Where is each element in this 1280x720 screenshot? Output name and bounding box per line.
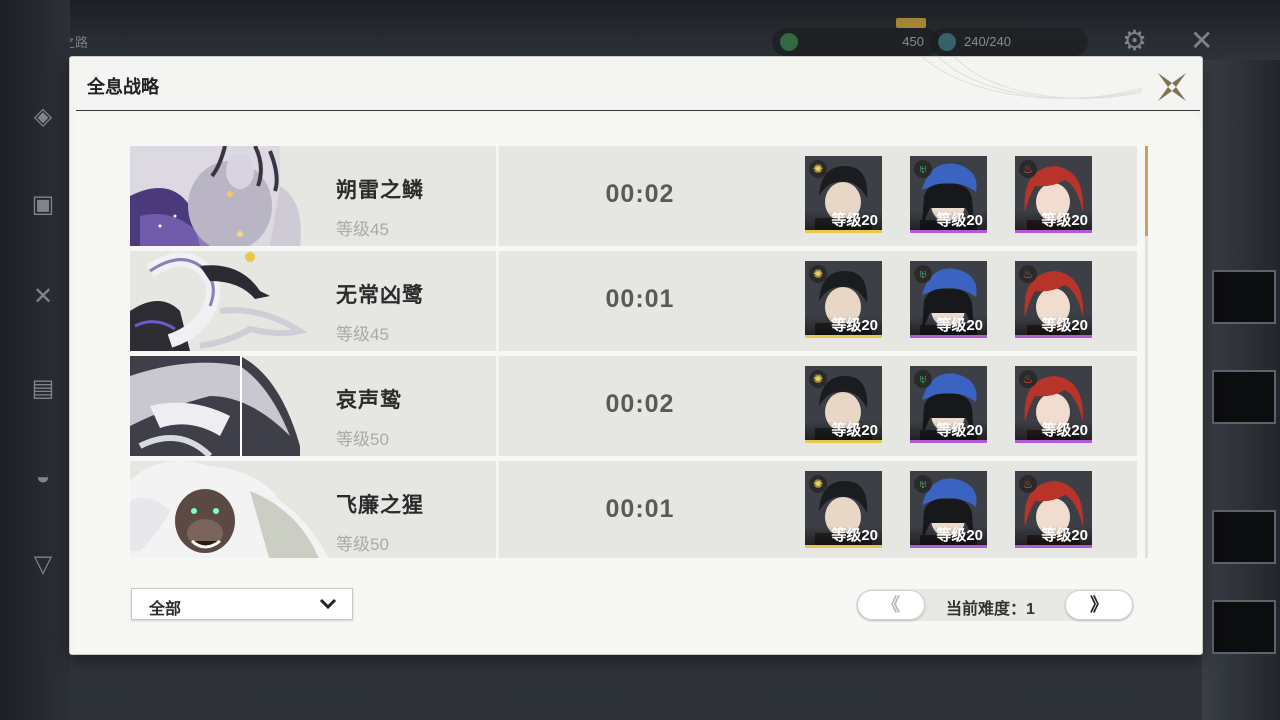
rarity-bar xyxy=(1015,440,1092,443)
record-row[interactable]: 无常凶鹭 等级45 00:01 ✺ 等级20 ♅ 等级20 ♨ 等级20 xyxy=(130,251,1137,351)
clear-time: 00:01 xyxy=(605,285,675,313)
stamina-icon xyxy=(938,33,956,51)
rarity-bar xyxy=(910,545,987,548)
spectro-element-icon: ✺ xyxy=(809,265,827,283)
row-divider xyxy=(496,146,499,246)
aero-element-icon: ♅ xyxy=(914,475,932,493)
new-badge xyxy=(896,18,926,28)
spectro-element-icon: ✺ xyxy=(809,370,827,388)
nav-compass-icon[interactable]: ◈ xyxy=(26,100,60,134)
boss-level: 等级50 xyxy=(336,535,389,554)
fusion-element-icon: ♨ xyxy=(1019,265,1037,283)
close-button[interactable] xyxy=(1154,69,1190,105)
clear-time: 00:02 xyxy=(605,180,675,208)
aero-element-icon: ♅ xyxy=(914,370,932,388)
rarity-bar xyxy=(1015,545,1092,548)
record-list[interactable]: 朔雷之鳞 等级45 00:02 ✺ 等级20 ♅ 等级20 ♨ 等级20 无常凶… xyxy=(130,146,1140,558)
rarity-bar xyxy=(1015,230,1092,233)
spectro-element-icon: ✺ xyxy=(809,475,827,493)
boss-portrait xyxy=(130,146,330,246)
row-divider xyxy=(496,461,499,558)
difficulty-value: 1 xyxy=(1026,601,1035,618)
team-member-1[interactable]: ✺ 等级20 xyxy=(805,366,882,443)
team-member-1[interactable]: ✺ 等级20 xyxy=(805,261,882,338)
record-row[interactable]: 朔雷之鳞 等级45 00:02 ✺ 等级20 ♅ 等级20 ♨ 等级20 xyxy=(130,146,1137,246)
record-row[interactable]: 哀声鸷 等级50 00:02 ✺ 等级20 ♅ 等级20 ♨ 等级20 xyxy=(130,356,1137,456)
nav-chest-icon[interactable]: ▤ xyxy=(26,372,60,406)
team-member-3[interactable]: ♨ 等级20 xyxy=(1015,261,1092,338)
rarity-bar xyxy=(805,545,882,548)
rarity-bar xyxy=(910,230,987,233)
team-member-1[interactable]: ✺ 等级20 xyxy=(805,156,882,233)
clear-time: 00:02 xyxy=(605,390,675,418)
hud-right-panel xyxy=(1202,60,1280,720)
team-member-2[interactable]: ♅ 等级20 xyxy=(910,366,987,443)
clear-time: 00:01 xyxy=(605,495,675,523)
boss-name: 飞廉之猩 xyxy=(336,494,424,517)
boss-portrait xyxy=(130,356,330,456)
boss-portrait xyxy=(130,251,330,351)
rarity-bar xyxy=(910,335,987,338)
record-row[interactable]: 飞廉之猩 等级50 00:01 ✺ 等级20 ♅ 等级20 ♨ 等级20 xyxy=(130,461,1137,558)
boss-portrait xyxy=(130,461,330,558)
boss-name: 无常凶鹭 xyxy=(336,284,424,307)
difficulty-indicator: 当前难度：1 xyxy=(946,595,1035,619)
chevron-right-icon: 》 xyxy=(1090,595,1108,615)
close-x-icon[interactable]: ✕ xyxy=(1190,24,1213,57)
rarity-bar xyxy=(910,440,987,443)
bg-slot xyxy=(1212,270,1276,324)
fusion-element-icon: ♨ xyxy=(1019,160,1037,178)
title-divider xyxy=(76,110,1200,111)
close-icon xyxy=(1158,73,1186,101)
filter-selected-value: 全部 xyxy=(149,601,182,618)
scrollbar-thumb[interactable] xyxy=(1145,146,1148,236)
team-member-2[interactable]: ♅ 等级20 xyxy=(910,471,987,548)
dialog-title: 全息战略 xyxy=(87,77,159,97)
boss-name: 朔雷之鳞 xyxy=(336,179,424,202)
rarity-bar xyxy=(1015,335,1092,338)
resource-counter-stamina: 240/240 xyxy=(930,28,1088,56)
fusion-element-icon: ♨ xyxy=(1019,370,1037,388)
rarity-bar xyxy=(805,440,882,443)
team-member-1[interactable]: ✺ 等级20 xyxy=(805,471,882,548)
filter-dropdown[interactable]: 全部 xyxy=(131,588,353,620)
bg-slot xyxy=(1212,510,1276,564)
currency-icon xyxy=(780,33,798,51)
aero-element-icon: ♅ xyxy=(914,160,932,178)
rarity-bar xyxy=(805,335,882,338)
boss-level: 等级45 xyxy=(336,325,389,344)
hud-top-bar: 探索之路 450 240/240 ⚙ ✕ xyxy=(0,0,1280,60)
nav-cup-icon[interactable]: ▽ xyxy=(26,548,60,582)
nav-door-icon[interactable]: ▣ xyxy=(26,188,60,222)
spectro-element-icon: ✺ xyxy=(809,160,827,178)
team-member-2[interactable]: ♅ 等级20 xyxy=(910,261,987,338)
side-nav: ◈ ▣ ✕ ▤ ◒ ▽ xyxy=(0,0,70,720)
next-difficulty-button[interactable]: 》 xyxy=(1065,590,1133,620)
chevron-left-icon: 《 xyxy=(882,595,900,615)
difficulty-label: 当前难度： xyxy=(946,601,1027,618)
row-divider xyxy=(496,251,499,351)
row-divider xyxy=(496,356,499,456)
bg-slot xyxy=(1212,370,1276,424)
difficulty-pager: 《 当前难度：1 》 xyxy=(856,589,1134,621)
fusion-element-icon: ♨ xyxy=(1019,475,1037,493)
gear-icon[interactable]: ⚙ xyxy=(1122,24,1147,57)
nav-bag-icon[interactable]: ◒ xyxy=(26,460,60,494)
team-member-3[interactable]: ♨ 等级20 xyxy=(1015,156,1092,233)
prev-difficulty-button[interactable]: 《 xyxy=(857,590,925,620)
rarity-bar xyxy=(805,230,882,233)
resource-counter-currency: 450 xyxy=(772,18,940,56)
team-member-2[interactable]: ♅ 等级20 xyxy=(910,156,987,233)
boss-level: 等级50 xyxy=(336,430,389,449)
boss-level: 等级45 xyxy=(336,220,389,239)
nav-swords-icon[interactable]: ✕ xyxy=(26,280,60,314)
aero-element-icon: ♅ xyxy=(914,265,932,283)
team-member-3[interactable]: ♨ 等级20 xyxy=(1015,366,1092,443)
boss-name: 哀声鸷 xyxy=(336,389,402,412)
bg-slot xyxy=(1212,600,1276,654)
team-member-3[interactable]: ♨ 等级20 xyxy=(1015,471,1092,548)
holographic-strategy-dialog: 全息战略 朔雷之鳞 等级45 00:02 ✺ 等级20 ♅ 等级20 ♨ 等级2… xyxy=(70,57,1202,654)
chevron-down-icon xyxy=(319,598,337,610)
title-decoration xyxy=(882,57,1142,111)
